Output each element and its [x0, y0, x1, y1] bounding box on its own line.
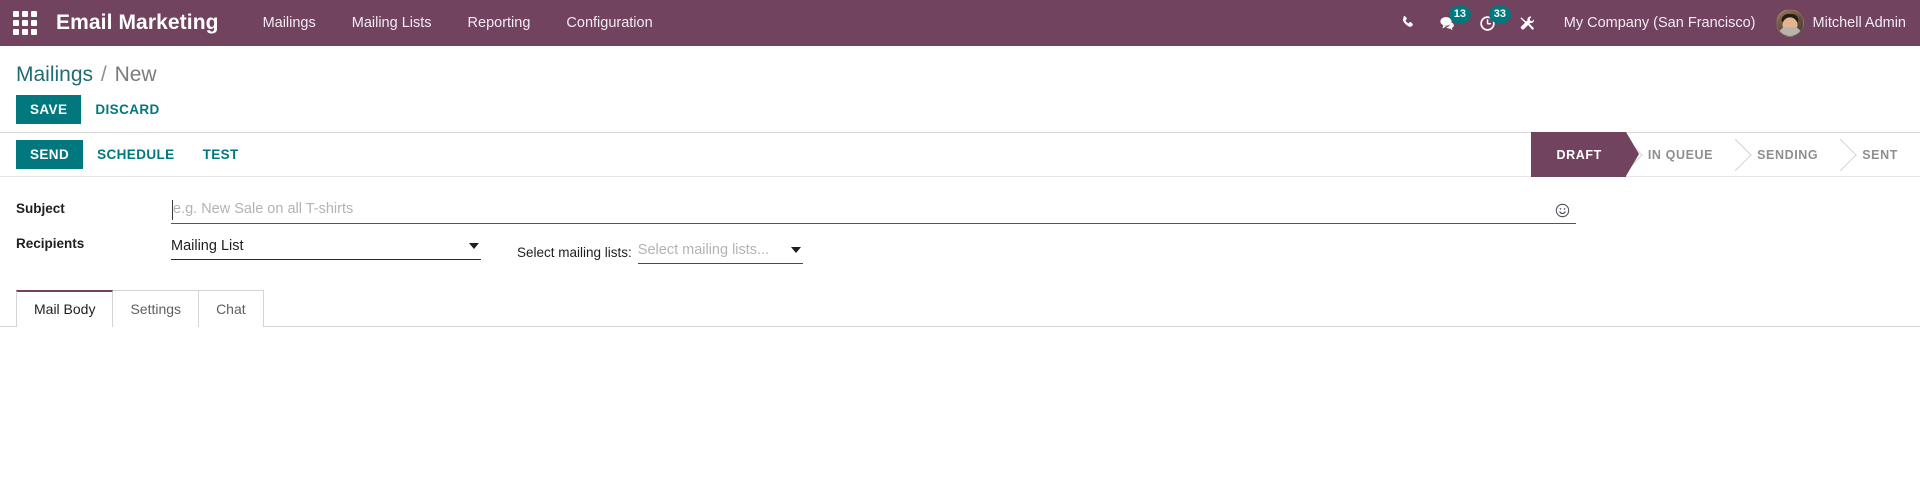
status-steps: DRAFT IN QUEUE SENDING SENT [1530, 132, 1920, 177]
company-switcher[interactable]: My Company (San Francisco) [1548, 0, 1772, 46]
notebook-tabs-wrapper: Mail Body Settings Chat [0, 290, 1920, 328]
menu-item-reporting[interactable]: Reporting [450, 0, 549, 46]
chevron-down-icon [469, 243, 479, 249]
subject-label: Subject [16, 201, 65, 216]
top-navbar: Email Marketing Mailings Mailing Lists R… [0, 0, 1920, 46]
form-sheet: Subject Recipients Mailing List Select m… [0, 177, 1920, 417]
main-menu: Mailings Mailing Lists Reporting Configu… [245, 0, 671, 46]
tab-settings[interactable]: Settings [112, 290, 200, 327]
record-action-bar: SAVE DISCARD [0, 88, 1920, 132]
activities-clock-icon[interactable]: 33 [1468, 0, 1511, 46]
recipients-label: Recipients [16, 236, 85, 251]
apps-menu-icon[interactable] [8, 0, 42, 46]
test-button[interactable]: TEST [189, 140, 253, 169]
send-button[interactable]: SEND [16, 140, 84, 169]
phone-icon[interactable] [1388, 0, 1428, 46]
mailing-lists-placeholder: Select mailing lists... [637, 242, 770, 258]
recipients-selected-value: Mailing List [171, 238, 244, 254]
text-cursor [172, 200, 173, 220]
schedule-button[interactable]: SCHEDULE [83, 140, 188, 169]
breadcrumb: Mailings / New [16, 62, 1920, 88]
mail-body-panel [0, 327, 1920, 417]
breadcrumb-current-new: New [114, 63, 157, 86]
navbar-right-group: 13 33 My Company (San Francisco) Mitchel… [1388, 0, 1920, 46]
status-step-sent[interactable]: SENT [1840, 132, 1920, 177]
mailing-lists-field: Select mailing lists: Select mailing lis… [517, 236, 803, 264]
discard-button[interactable]: DISCARD [81, 95, 173, 124]
avatar [1775, 9, 1804, 37]
menu-item-mailing-lists[interactable]: Mailing Lists [334, 0, 450, 46]
app-brand-title[interactable]: Email Marketing [56, 11, 219, 35]
menu-item-mailings[interactable]: Mailings [245, 0, 334, 46]
subject-field-wrapper [171, 199, 1576, 224]
tab-mail-body[interactable]: Mail Body [16, 290, 114, 328]
mailing-lists-label: Select mailing lists: [517, 245, 632, 260]
breadcrumb-bar: Mailings / New [0, 46, 1920, 88]
mailing-lists-select[interactable]: Select mailing lists... [637, 240, 803, 264]
recipients-select[interactable]: Mailing List [171, 236, 481, 260]
developer-tools-icon[interactable] [1508, 0, 1548, 46]
statusbar-buttons: SEND SCHEDULE TEST [16, 140, 253, 169]
breadcrumb-separator: / [100, 63, 107, 86]
subject-input[interactable] [171, 199, 1549, 221]
apps-grid-icon [13, 11, 37, 35]
statusbar: SEND SCHEDULE TEST DRAFT IN QUEUE SENDIN… [0, 132, 1920, 177]
subject-row: Subject [0, 199, 1920, 224]
breadcrumb-root-mailings[interactable]: Mailings [16, 63, 93, 86]
messages-icon[interactable]: 13 [1428, 0, 1471, 46]
menu-item-configuration[interactable]: Configuration [548, 0, 670, 46]
user-menu[interactable]: Mitchell Admin [1772, 9, 1906, 37]
user-name-label: Mitchell Admin [1812, 15, 1906, 31]
smiley-icon[interactable] [1549, 203, 1576, 218]
tab-chat[interactable]: Chat [198, 290, 264, 327]
recipients-row: Recipients Mailing List Select mailing l… [0, 236, 1920, 264]
chevron-down-icon [790, 247, 801, 253]
save-button[interactable]: SAVE [16, 94, 82, 124]
notebook-tabs: Mail Body Settings Chat [16, 290, 1920, 328]
